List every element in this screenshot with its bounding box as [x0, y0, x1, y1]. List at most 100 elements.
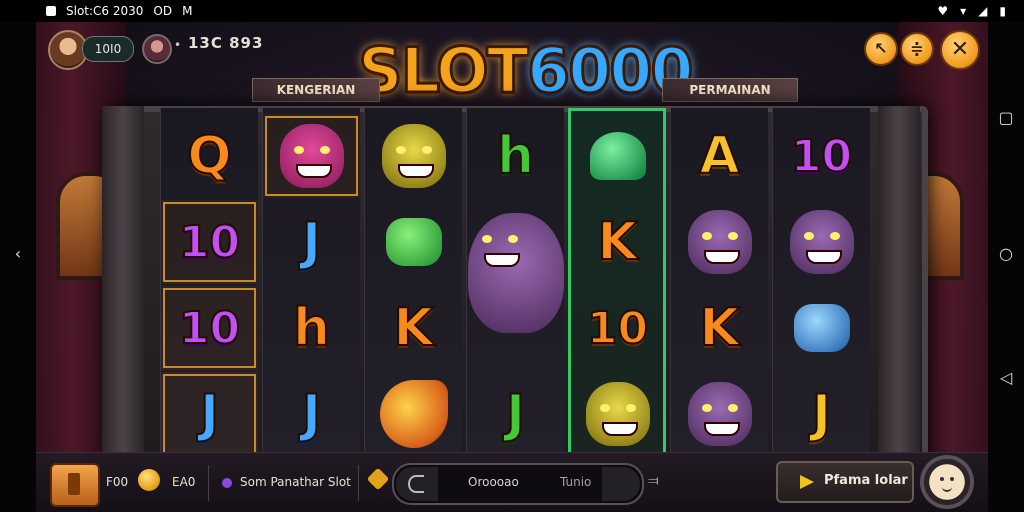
reel-2: J h J: [262, 108, 360, 464]
reel-cell: [671, 200, 768, 284]
promo-button[interactable]: Pfama lolar: [776, 461, 914, 503]
purple-monster-icon: [789, 210, 854, 274]
reel-cell: [263, 114, 360, 198]
reel-7: 10 J: [772, 108, 870, 464]
right-nav-bar: ▢ ○ ◁: [988, 22, 1024, 512]
reel-cell: A: [671, 114, 768, 198]
reel-6: A K: [670, 108, 768, 464]
reel-cell: [365, 114, 462, 198]
reel-cell: h: [263, 286, 360, 370]
reel-cell: 10: [161, 286, 258, 370]
symbol-h: h: [292, 297, 331, 359]
big-monster-icon: [467, 213, 564, 333]
reel-5-highlighted: K 10: [568, 108, 666, 464]
opponent-avatar[interactable]: [142, 34, 172, 64]
reel-cell: [569, 372, 666, 456]
bet-button[interactable]: [50, 463, 100, 507]
symbol-k: K: [698, 297, 740, 359]
recents-icon[interactable]: ▢: [988, 108, 1024, 127]
blue-potion-icon: [793, 304, 850, 352]
symbol-j: J: [811, 383, 832, 445]
heart-icon: ♥: [937, 4, 949, 18]
tool-button[interactable]: ↖: [864, 32, 898, 66]
pillar-right: [878, 106, 920, 466]
status-left-text: Slot:C6 2030: [66, 4, 144, 18]
symbol-q: Q: [186, 125, 232, 187]
symbol-k: K: [596, 211, 638, 273]
pink-monster-icon: [279, 124, 344, 188]
status-bar: Slot:C6 2030 OD M ♥ ▾ ◢ ▮: [0, 0, 1024, 22]
symbol-10: 10: [178, 216, 241, 269]
gold-monster-icon: [585, 382, 650, 446]
coin-value: EA0: [172, 475, 196, 489]
game-logo: SLOT6000: [357, 32, 696, 110]
coin-icon: [138, 469, 160, 491]
reel-cell: [671, 372, 768, 456]
reel-3: K: [364, 108, 462, 464]
flag-icon: [800, 475, 814, 489]
turbo-icon[interactable]: ⫤: [648, 473, 659, 489]
symbol-10: 10: [178, 302, 241, 355]
home-icon[interactable]: ○: [988, 244, 1024, 263]
reel-cell: K: [365, 286, 462, 370]
symbol-k: K: [392, 297, 434, 359]
spin-control[interactable]: Oroooao Tunio: [392, 463, 644, 505]
battery-icon: ▮: [999, 4, 1006, 18]
back-arrow-icon[interactable]: ‹: [0, 244, 36, 263]
reels-grid: Q 10 10 J J h J K h J K 10 A K 10 J: [160, 108, 870, 464]
reel-cell: [773, 200, 870, 284]
signal-icon: ◢: [978, 4, 988, 18]
left-nav-bar: ‹: [0, 22, 36, 512]
promo-label: Pfama lolar: [824, 473, 908, 488]
reel-cell: h: [467, 114, 564, 198]
banner-right: PERMAINAN SLOT: [662, 78, 798, 119]
symbol-j: J: [301, 383, 322, 445]
divider: [358, 465, 359, 501]
reel-cell: Q: [161, 114, 258, 198]
dragon-icon: [379, 380, 448, 448]
wifi-icon: ▾: [960, 4, 967, 18]
reel-cell: J: [467, 372, 564, 456]
gem-icon: [366, 467, 390, 491]
purple-monster-icon: [687, 382, 752, 446]
credit-pill: 10I0: [82, 36, 134, 62]
symbol-a: A: [698, 125, 740, 187]
game-area: 10I0 • 13C 893 SLOT6000 KENGERIAN DALAM …: [36, 22, 988, 512]
spin-text-1: Oroooao: [468, 475, 519, 489]
status-dot-icon: [222, 478, 232, 488]
top-value: 13C 893: [188, 34, 264, 52]
status-mark-1: OD: [153, 4, 173, 18]
game-label: Som Panathar Slot: [240, 475, 351, 489]
gold-monster-icon: [381, 124, 446, 188]
spin-end-button[interactable]: [602, 467, 640, 501]
autoplay-icon[interactable]: [396, 467, 438, 501]
mascot-button[interactable]: [920, 455, 974, 509]
reel-cell: J: [773, 372, 870, 456]
reel-1: Q 10 10 J: [160, 108, 258, 464]
close-button[interactable]: ✕: [940, 30, 980, 70]
reel-cell: 10: [161, 200, 258, 284]
logo-part1: SLOT: [357, 33, 531, 109]
symbol-10: 10: [586, 302, 649, 355]
purple-monster-icon: [687, 210, 752, 274]
back-icon[interactable]: ◁: [988, 368, 1024, 387]
reel-cell: [467, 188, 564, 358]
reel-cell: [365, 200, 462, 284]
app-icon: [46, 6, 56, 16]
divider: [208, 465, 209, 501]
reel-cell: J: [263, 372, 360, 456]
symbol-j: J: [505, 383, 526, 445]
symbol-h: h: [496, 125, 535, 187]
reel-cell: K: [671, 286, 768, 370]
reel-cell: [365, 372, 462, 456]
symbol-10: 10: [790, 130, 853, 183]
reel-cell: [773, 286, 870, 370]
reel-4: h J: [466, 108, 564, 464]
reel-cell: K: [569, 200, 666, 284]
bottom-bar: F00 EA0 Som Panathar Slot Oroooao Tunio …: [36, 452, 988, 512]
separator-dot: •: [174, 38, 182, 52]
reel-cell: J: [161, 372, 258, 456]
bet-value: F00: [106, 475, 129, 489]
menu-button[interactable]: ≑: [900, 32, 934, 66]
symbol-j: J: [199, 383, 220, 445]
